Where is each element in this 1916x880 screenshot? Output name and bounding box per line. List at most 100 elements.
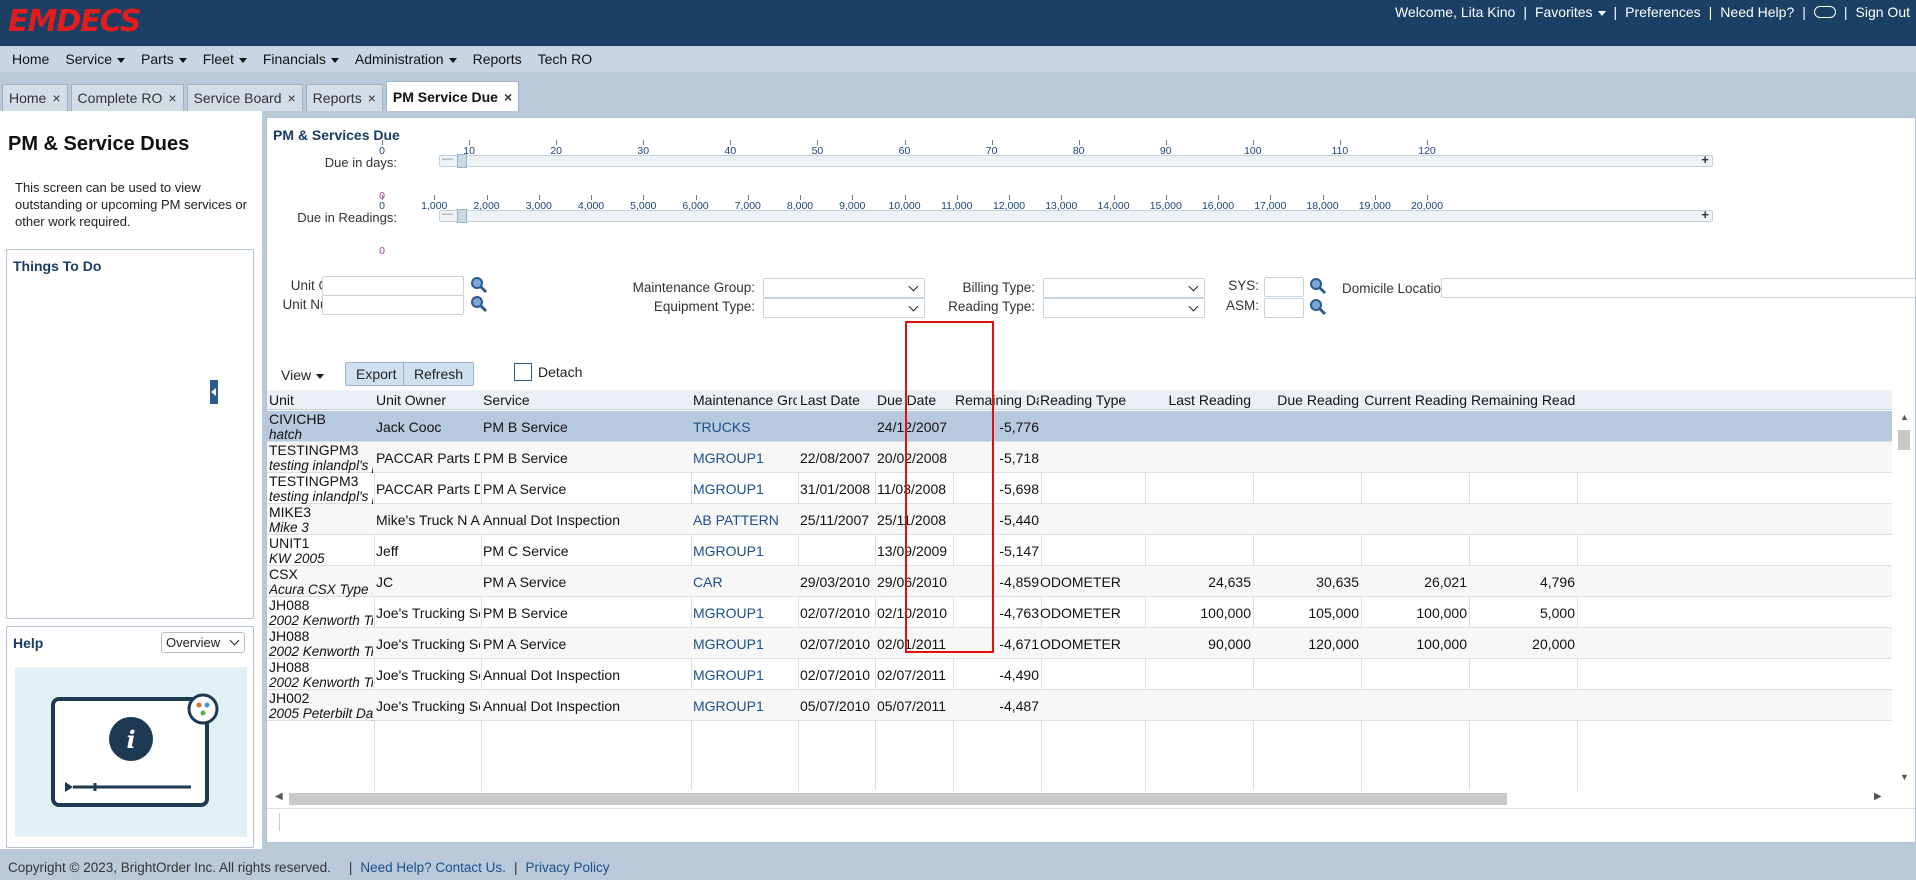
tab-home[interactable]: Home ×	[2, 84, 68, 111]
privacy-policy-link[interactable]: Privacy Policy	[525, 860, 609, 875]
cell-remaining: -4,487	[999, 698, 1039, 714]
table-row[interactable]: TESTINGPM3testing inlandpl's p...PACCAR …	[267, 442, 1892, 473]
tick-label: 6,000	[682, 200, 709, 212]
table-row[interactable]: CSX Acura CSX Type S JC PM A Service CAR 29/0…	[267, 566, 1892, 597]
billing-type-select[interactable]	[1043, 278, 1205, 298]
cell-group[interactable]: MGROUP1	[693, 543, 797, 559]
menu-tech-ro[interactable]: Tech RO	[530, 51, 600, 67]
asm-input[interactable]	[1264, 298, 1304, 318]
menu-parts[interactable]: Parts	[133, 51, 195, 67]
export-button[interactable]: Export	[345, 362, 408, 386]
close-icon[interactable]: ×	[287, 90, 295, 106]
search-icon[interactable]	[470, 276, 488, 294]
menu-financials[interactable]: Financials	[255, 51, 347, 67]
plus-icon[interactable]: +	[1701, 152, 1709, 167]
domicile-location-input[interactable]	[1441, 278, 1916, 298]
cell-group[interactable]: MGROUP1	[693, 698, 797, 714]
view-menu-button[interactable]: View	[281, 367, 325, 383]
page-footer: Copyright © 2023, BrightOrder Inc. All r…	[0, 855, 1916, 880]
cell-group[interactable]: MGROUP1	[693, 667, 797, 683]
cell-group[interactable]: TRUCKS	[693, 419, 797, 435]
column-header-group[interactable]: Maintenance Group	[693, 392, 797, 408]
column-header-last-r[interactable]: Last Reading	[1147, 392, 1251, 408]
table-row[interactable]: JH0882002 Kenworth Tr...Joe's Trucking S…	[267, 659, 1892, 690]
help-video-thumbnail[interactable]: i	[15, 667, 247, 837]
app-logo[interactable]: EMDECS	[8, 4, 141, 39]
due-in-readings-label: Due in Readings:	[297, 210, 397, 225]
scroll-right-icon[interactable]: ▶	[1874, 791, 1882, 802]
tab-reports[interactable]: Reports ×	[305, 84, 383, 111]
column-header-rem-r[interactable]: Remaining Reading	[1471, 392, 1575, 408]
favorites-menu[interactable]: Favorites	[1535, 4, 1606, 20]
tab-service-board[interactable]: Service Board ×	[186, 84, 303, 111]
unit-number-input[interactable]	[322, 295, 464, 315]
menu-administration[interactable]: Administration	[347, 51, 465, 67]
column-header-due-r[interactable]: Due Reading	[1255, 392, 1359, 408]
table-row[interactable]: JH0022005 Peterbilt Day...Joe's Trucking…	[267, 690, 1892, 721]
tab-complete-ro[interactable]: Complete RO ×	[70, 84, 184, 111]
cell-group[interactable]: MGROUP1	[693, 450, 797, 466]
column-header-cur-r[interactable]: Current Reading	[1363, 392, 1467, 408]
reading-type-select[interactable]	[1043, 298, 1205, 318]
column-header-unit[interactable]: Unit	[269, 392, 373, 408]
search-icon[interactable]	[1309, 277, 1327, 295]
scroll-left-icon[interactable]: ◀	[275, 791, 283, 802]
column-header-last-date[interactable]: Last Date	[800, 392, 874, 408]
cell-group[interactable]: MGROUP1	[693, 481, 797, 497]
close-icon[interactable]: ×	[504, 89, 512, 105]
search-icon[interactable]	[1309, 298, 1327, 316]
cell-group[interactable]: MGROUP1	[693, 605, 797, 621]
table-row[interactable]: MIKE3Mike 3Mike's Truck N AutoAnnual Dot…	[267, 504, 1892, 535]
unit-owner-input[interactable]	[322, 276, 464, 296]
need-help-link[interactable]: Need Help?	[1720, 4, 1794, 20]
search-icon[interactable]	[470, 295, 488, 313]
cell-unit: JH0882002 Kenworth Tr...	[269, 598, 373, 628]
cell-group[interactable]: CAR	[693, 574, 797, 590]
cell-group[interactable]: MGROUP1	[693, 636, 797, 652]
menu-reports[interactable]: Reports	[465, 51, 530, 67]
unit-description: KW 2005	[269, 551, 325, 566]
tab-pm-service-due[interactable]: PM Service Due ×	[385, 81, 520, 111]
sys-input[interactable]	[1264, 277, 1304, 297]
column-header-owner[interactable]: Unit Owner	[376, 392, 480, 408]
maintenance-group-select[interactable]	[763, 278, 925, 298]
plus-icon[interactable]: +	[1701, 207, 1709, 222]
vertical-scrollbar[interactable]: ▲ ▼	[1892, 410, 1914, 790]
help-topic-select[interactable]: Overview	[161, 632, 245, 653]
detach-button[interactable]: Detach	[514, 363, 582, 381]
scroll-up-icon[interactable]: ▲	[1900, 412, 1909, 422]
unit-number: TESTINGPM3	[269, 474, 359, 489]
tick-label: 20,000	[1410, 200, 1444, 212]
table-row[interactable]: JH0882002 Kenworth Tr...Joe's Trucking S…	[267, 597, 1892, 628]
refresh-button[interactable]: Refresh	[403, 362, 475, 386]
scroll-thumb[interactable]	[289, 793, 1507, 805]
menu-fleet[interactable]: Fleet	[195, 51, 255, 67]
equipment-type-select[interactable]	[763, 298, 925, 318]
minus-icon[interactable]: —	[442, 153, 453, 165]
horizontal-scrollbar[interactable]: ◀ ▶	[267, 790, 1892, 806]
column-header-service[interactable]: Service	[483, 392, 690, 408]
scroll-down-icon[interactable]: ▼	[1900, 772, 1909, 782]
tick-label: 2,000	[473, 200, 500, 212]
chat-icon[interactable]	[1813, 6, 1836, 18]
unit-description: hatch	[269, 427, 303, 442]
close-icon[interactable]: ×	[168, 90, 176, 106]
close-icon[interactable]: ×	[368, 90, 376, 106]
cell-group[interactable]: AB PATTERN	[693, 512, 797, 528]
menu-service[interactable]: Service	[57, 51, 133, 67]
column-header-rtype[interactable]: Reading Type	[1040, 392, 1144, 408]
table-row[interactable]: UNIT1 KW 2005 Jeff PM C Service MGROUP1 13/09…	[267, 535, 1892, 566]
menu-home[interactable]: Home	[4, 51, 57, 67]
collapse-sidebar-button[interactable]	[210, 380, 218, 404]
close-icon[interactable]: ×	[52, 90, 60, 106]
contact-us-link[interactable]: Need Help? Contact Us.	[360, 860, 506, 875]
table-row[interactable]: TESTINGPM3testing inlandpl's p...PACCAR …	[267, 473, 1892, 504]
table-row[interactable]: JH0882002 Kenworth Tr...Joe's Trucking S…	[267, 628, 1892, 659]
due-in-readings-slider-handle[interactable]	[457, 209, 467, 223]
cell-service: PM A Service	[483, 481, 567, 497]
sign-out-link[interactable]: Sign Out	[1856, 4, 1910, 20]
preferences-link[interactable]: Preferences	[1625, 4, 1700, 20]
scroll-thumb[interactable]	[1898, 430, 1910, 450]
cell-service: PM C Service	[483, 543, 569, 559]
table-row[interactable]: CIVICHB hatch Jack Cooc PM B Service TRUCKS 2…	[267, 411, 1892, 442]
